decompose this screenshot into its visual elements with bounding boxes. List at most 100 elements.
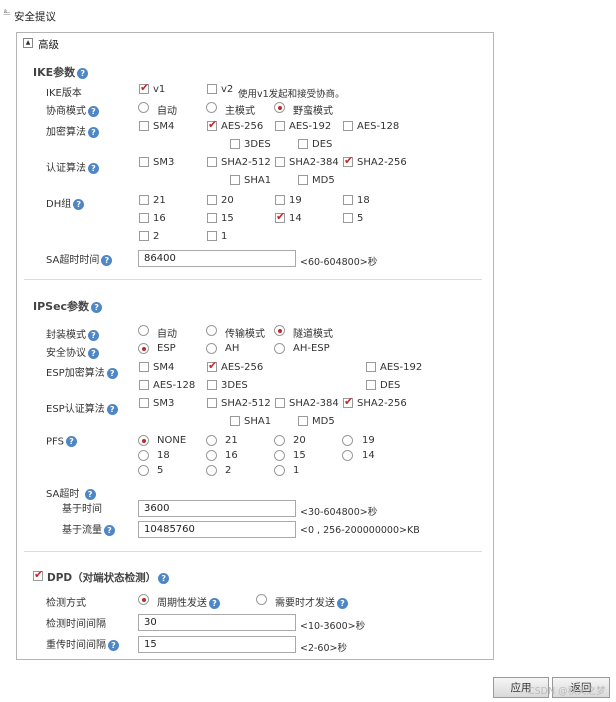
- esp-auth-md5-checkbox[interactable]: [298, 416, 308, 426]
- enc-sm4-checkbox[interactable]: [139, 121, 149, 131]
- dh-21-checkbox[interactable]: [139, 195, 149, 205]
- enc-aes256-checkbox[interactable]: [207, 118, 217, 131]
- esp-auth-sha2-256-checkbox[interactable]: [343, 395, 353, 408]
- protocol-esp-radio[interactable]: [138, 343, 149, 354]
- pfs-21-radio[interactable]: [206, 435, 217, 446]
- enc-aes192-checkbox[interactable]: [275, 121, 285, 131]
- protocol-ah-esp-radio[interactable]: [274, 343, 285, 354]
- esp-enc-3des-checkbox[interactable]: [207, 380, 217, 390]
- esp-auth-sha2-256-label: SHA2-256: [357, 398, 407, 409]
- enc-aes128-checkbox[interactable]: [343, 121, 353, 131]
- dh-16-checkbox[interactable]: [139, 213, 149, 223]
- traffic-based-input[interactable]: [138, 521, 296, 538]
- encryption-label: 加密算法?: [46, 123, 99, 138]
- help-icon[interactable]: ?: [337, 597, 348, 609]
- esp-auth-sha2-512-checkbox[interactable]: [207, 398, 217, 408]
- pfs-18-radio[interactable]: [138, 450, 149, 461]
- help-icon[interactable]: ?: [158, 572, 170, 584]
- esp-enc-des-checkbox[interactable]: [366, 380, 376, 390]
- ipsec-section-title: IPSec参数?: [33, 298, 103, 314]
- esp-enc-sm4-checkbox[interactable]: [139, 362, 149, 372]
- encap-transport-radio[interactable]: [206, 325, 217, 336]
- auth-sha2-512-checkbox[interactable]: [207, 157, 217, 167]
- encap-transport-label: 传输模式: [225, 329, 265, 340]
- mode-main-radio[interactable]: [206, 102, 217, 113]
- dh-14-checkbox[interactable]: [275, 210, 285, 223]
- collapse-icon[interactable]: ▲: [23, 38, 33, 48]
- help-icon[interactable]: ?: [101, 254, 113, 266]
- esp-auth-sha1-label: SHA1: [244, 416, 272, 427]
- help-icon[interactable]: ?: [106, 403, 118, 415]
- encap-tunnel-radio[interactable]: [274, 325, 285, 336]
- ike-sa-timeout-label: SA超时时间?: [46, 251, 113, 266]
- help-icon[interactable]: ?: [88, 105, 99, 117]
- esp-auth-sm3-label: SM3: [153, 398, 175, 409]
- help-icon[interactable]: ?: [73, 198, 85, 210]
- dh-1-checkbox[interactable]: [207, 231, 217, 241]
- section-divider: [24, 551, 482, 552]
- pfs-2-radio[interactable]: [206, 465, 217, 476]
- esp-enc-aes128-checkbox[interactable]: [139, 380, 149, 390]
- pfs-none-radio[interactable]: [138, 435, 149, 446]
- esp-enc-aes192-checkbox[interactable]: [366, 362, 376, 372]
- mode-auto-radio[interactable]: [138, 102, 149, 113]
- pfs-1-radio[interactable]: [274, 465, 285, 476]
- auth-md5-checkbox[interactable]: [298, 175, 308, 185]
- help-icon[interactable]: ?: [65, 436, 77, 447]
- help-icon[interactable]: ?: [88, 347, 99, 359]
- help-icon[interactable]: ?: [209, 597, 220, 609]
- pfs-19-label: 19: [362, 435, 375, 446]
- esp-enc-aes256-checkbox[interactable]: [207, 359, 217, 372]
- auth-sha2-384-checkbox[interactable]: [275, 157, 285, 167]
- auth-sm3-checkbox[interactable]: [139, 157, 149, 167]
- dh-20-checkbox[interactable]: [207, 195, 217, 205]
- page-icon: ⎁: [3, 7, 11, 18]
- pfs-16-radio[interactable]: [206, 450, 217, 461]
- auth-sha1-checkbox[interactable]: [230, 175, 240, 185]
- help-icon[interactable]: ?: [106, 367, 118, 379]
- help-icon[interactable]: ?: [88, 126, 99, 138]
- pfs-20-radio[interactable]: [274, 435, 285, 446]
- dh-18-checkbox[interactable]: [343, 195, 353, 205]
- time-based-input[interactable]: [138, 500, 296, 517]
- mode-main-label: 主模式: [225, 106, 255, 117]
- esp-auth-sha2-384-checkbox[interactable]: [275, 398, 285, 408]
- pfs-14-radio[interactable]: [342, 450, 353, 461]
- dpd-retry-input[interactable]: [138, 636, 296, 653]
- help-icon[interactable]: ?: [104, 524, 115, 536]
- help-icon[interactable]: ?: [108, 639, 119, 651]
- dpd-periodic-radio[interactable]: [138, 594, 149, 605]
- dh-15-checkbox[interactable]: [207, 213, 217, 223]
- ike-version-note: 使用v1发起和接受协商。: [238, 89, 345, 100]
- enc-aes128-label: AES-128: [357, 121, 400, 132]
- encap-auto-radio[interactable]: [138, 325, 149, 336]
- ike-v1-checkbox[interactable]: [139, 81, 149, 94]
- dpd-enable-checkbox[interactable]: [33, 568, 43, 581]
- esp-auth-sm3-checkbox[interactable]: [139, 398, 149, 408]
- dpd-interval-input[interactable]: [138, 614, 296, 631]
- ike-sa-timeout-input[interactable]: [138, 250, 296, 267]
- pfs-15-radio[interactable]: [274, 450, 285, 461]
- pfs-19-radio[interactable]: [342, 435, 353, 446]
- help-icon[interactable]: ?: [88, 162, 99, 174]
- enc-3des-checkbox[interactable]: [230, 139, 240, 149]
- auth-sha2-256-checkbox[interactable]: [343, 154, 353, 167]
- mode-aggressive-label: 野蛮模式: [293, 106, 333, 117]
- protocol-ah-radio[interactable]: [206, 343, 217, 354]
- dpd-on-demand-radio[interactable]: [256, 594, 267, 605]
- help-icon[interactable]: ?: [84, 488, 96, 500]
- mode-aggressive-radio[interactable]: [274, 102, 285, 113]
- ike-v2-checkbox[interactable]: [207, 84, 217, 94]
- dh-2-checkbox[interactable]: [139, 231, 149, 241]
- mode-auto-label: 自动: [157, 106, 177, 117]
- dh-5-checkbox[interactable]: [343, 213, 353, 223]
- enc-des-checkbox[interactable]: [298, 139, 308, 149]
- help-icon[interactable]: ?: [91, 301, 103, 313]
- esp-auth-sha1-checkbox[interactable]: [230, 416, 240, 426]
- help-icon[interactable]: ?: [88, 329, 99, 341]
- pfs-5-label: 5: [157, 465, 164, 476]
- dh-19-checkbox[interactable]: [275, 195, 285, 205]
- protocol-ah-label: AH: [225, 343, 240, 354]
- help-icon[interactable]: ?: [77, 67, 89, 79]
- pfs-5-radio[interactable]: [138, 465, 149, 476]
